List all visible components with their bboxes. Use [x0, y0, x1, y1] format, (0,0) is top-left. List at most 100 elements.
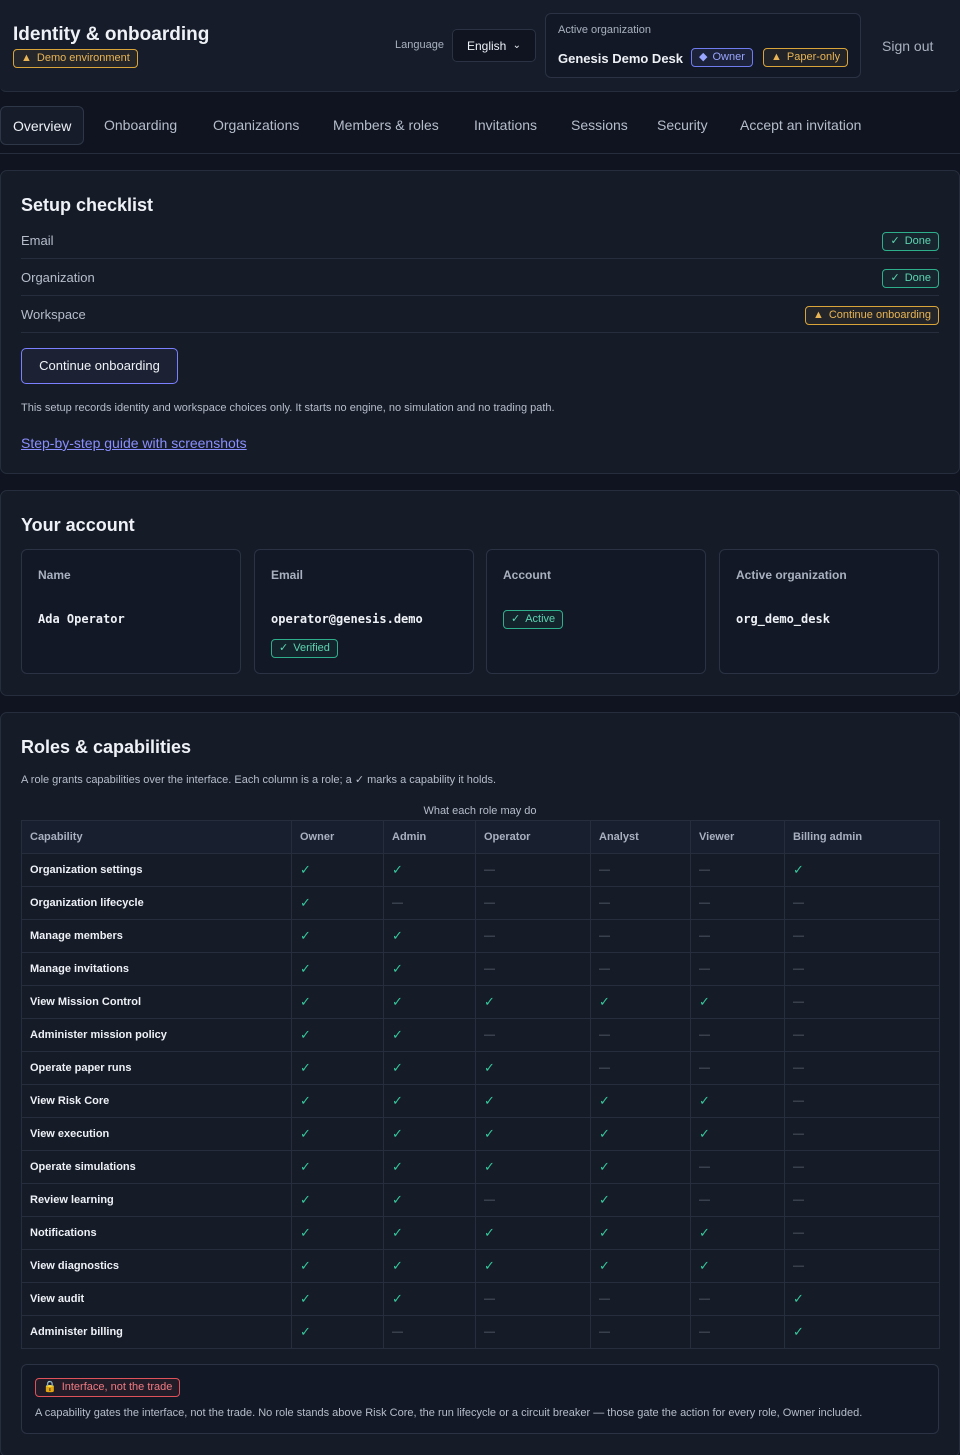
check-icon: ✓: [291, 1051, 384, 1085]
notice-text: A capability gates the interface, not th…: [35, 1407, 863, 1419]
active-badge: ✓ Active: [503, 610, 564, 629]
check-icon: ✓: [784, 1282, 940, 1316]
check-icon: ✓: [383, 1282, 476, 1316]
check-icon: ✓: [291, 1216, 384, 1250]
warning-icon: ▲: [21, 52, 32, 64]
app-header: Identity & onboarding ▲ Demo environment…: [0, 0, 960, 92]
capability-name: View execution: [21, 1117, 292, 1151]
check-icon: ✓: [590, 1216, 691, 1250]
dash-mark: —: [690, 952, 785, 986]
tab-security[interactable]: Security: [645, 106, 720, 145]
check-icon: ✓: [291, 1018, 384, 1052]
check-icon: ✓: [690, 1084, 785, 1118]
interface-notice: 🔒 Interface, not the trade A capability …: [21, 1364, 939, 1434]
check-icon: ✓: [291, 1150, 384, 1184]
check-icon: ✓: [291, 1084, 384, 1118]
check-icon: ✓: [784, 853, 940, 887]
continue-onboarding-button[interactable]: Continue onboarding: [21, 348, 178, 384]
diamond-icon: ◆: [699, 51, 708, 63]
check-icon: ✓: [383, 1183, 476, 1217]
check-icon: ✓: [590, 1183, 691, 1217]
check-icon: ✓: [291, 985, 384, 1019]
paper-only-badge: ▲ Paper-only: [763, 48, 849, 67]
roles-panel: Roles & capabilities A role grants capab…: [0, 712, 960, 1455]
dash-mark: —: [784, 1183, 940, 1217]
dash-mark: —: [690, 1315, 785, 1349]
check-icon: ✓: [475, 1249, 591, 1283]
dash-mark: —: [690, 1051, 785, 1085]
chevron-down-icon: ⌄: [512, 40, 521, 51]
check-icon: ✓: [291, 1183, 384, 1217]
setup-note: This setup records identity and workspac…: [21, 402, 555, 414]
capability-name: Administer mission policy: [21, 1018, 292, 1052]
tab-invitations[interactable]: Invitations: [462, 106, 549, 145]
tab-members-roles[interactable]: Members & roles: [321, 106, 451, 145]
table-row: Review learning ✓ ✓ — ✓ — —: [21, 1183, 940, 1217]
capability-name: Operate simulations: [21, 1150, 292, 1184]
check-icon: ✓: [383, 1051, 476, 1085]
verified-badge: ✓ Verified: [271, 639, 338, 658]
table-row: View Risk Core ✓ ✓ ✓ ✓ ✓ —: [21, 1084, 940, 1118]
dash-mark: —: [690, 853, 785, 887]
dash-mark: —: [784, 919, 940, 953]
warning-icon: ▲: [812, 309, 824, 321]
table-caption: What each role may do: [423, 805, 537, 817]
check-icon: ✓: [291, 1282, 384, 1316]
check-icon: ✓: [291, 919, 384, 953]
active-organization-box: Active organization Genesis Demo Desk ◆ …: [545, 13, 861, 78]
dash-mark: —: [784, 1084, 940, 1118]
capability-name: Manage members: [21, 919, 292, 953]
check-icon: ✓: [590, 1117, 691, 1151]
column-header-owner: Owner: [291, 820, 384, 854]
check-icon: ✓: [690, 1216, 785, 1250]
column-header-analyst: Analyst: [590, 820, 691, 854]
account-panel: Your account Name Ada Operator Email ope…: [0, 490, 960, 696]
check-icon: ✓: [383, 1249, 476, 1283]
check-icon: ✓: [590, 1084, 691, 1118]
dash-mark: —: [784, 1018, 940, 1052]
dash-mark: —: [690, 1282, 785, 1316]
table-row: View Mission Control ✓ ✓ ✓ ✓ ✓ —: [21, 985, 940, 1019]
dash-mark: —: [475, 886, 591, 920]
check-icon: ✓: [383, 1117, 476, 1151]
table-row: Organization lifecycle ✓ — — — — —: [21, 886, 940, 920]
language-label: Language: [395, 39, 444, 51]
setup-checklist-title: Setup checklist: [21, 195, 154, 215]
guide-link[interactable]: Step-by-step guide with screenshots: [21, 435, 247, 451]
tab-organizations[interactable]: Organizations: [201, 106, 311, 145]
owner-badge: ◆ Owner: [691, 48, 753, 67]
dash-mark: —: [784, 952, 940, 986]
tab-onboarding[interactable]: Onboarding: [92, 106, 189, 145]
roles-note: A role grants capabilities over the inte…: [21, 774, 497, 786]
sign-out-button[interactable]: Sign out: [882, 38, 933, 54]
account-card-status: Account ✓ Active: [486, 549, 706, 674]
capability-name: View diagnostics: [21, 1249, 292, 1283]
dash-mark: —: [590, 853, 691, 887]
tab-overview[interactable]: Overview: [0, 106, 85, 145]
dash-mark: —: [590, 1282, 691, 1316]
language-select[interactable]: English ⌄: [452, 29, 536, 62]
tab-sessions[interactable]: Sessions: [559, 106, 640, 145]
capability-name: Manage invitations: [21, 952, 292, 986]
dash-mark: —: [475, 952, 591, 986]
dash-mark: —: [475, 1282, 591, 1316]
check-icon: ✓: [475, 1117, 591, 1151]
dash-mark: —: [590, 1018, 691, 1052]
tab-accept-invitation[interactable]: Accept an invitation: [728, 106, 873, 145]
status-badge: ▲ Continue onboarding: [804, 306, 939, 325]
dash-mark: —: [590, 919, 691, 953]
dash-mark: —: [475, 1183, 591, 1217]
check-icon: ✓: [690, 1249, 785, 1283]
check-icon: ✓: [291, 853, 384, 887]
account-org-value: org_demo_desk: [736, 612, 830, 626]
dash-mark: —: [690, 919, 785, 953]
dash-mark: —: [475, 1315, 591, 1349]
dash-mark: —: [590, 952, 691, 986]
column-header-billing-admin: Billing admin: [784, 820, 940, 854]
demo-environment-badge: ▲ Demo environment: [13, 49, 138, 68]
tab-bar: Overview Onboarding Organizations Member…: [0, 106, 960, 146]
account-card-organization: Active organization org_demo_desk: [719, 549, 939, 674]
capability-name: Operate paper runs: [21, 1051, 292, 1085]
table-header-row: Capability Owner Admin Operator Analyst View…: [21, 820, 940, 854]
dash-mark: —: [690, 1018, 785, 1052]
